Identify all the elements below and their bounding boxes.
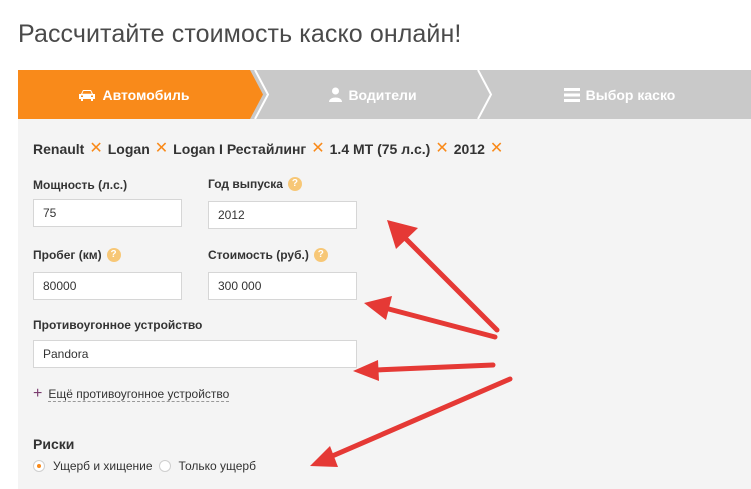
- mileage-help-icon[interactable]: ?: [106, 248, 121, 262]
- antitheft-label-text: Противоугонное устройство: [33, 318, 203, 332]
- year-help-icon[interactable]: ?: [287, 177, 302, 191]
- plus-icon: +: [33, 385, 43, 402]
- risks-title: Риски: [33, 436, 75, 452]
- step-choose-kasko[interactable]: Выбор каско: [488, 70, 751, 119]
- mileage-label: Пробег (км) ?: [33, 248, 121, 262]
- summary-engine: 1.4 MT (75 л.с.): [329, 141, 431, 157]
- year-label-text: Год выпуска: [208, 177, 283, 191]
- radio-damage-theft[interactable]: [33, 460, 45, 472]
- remove-year-icon[interactable]: ✕: [490, 141, 503, 157]
- step-drivers[interactable]: Водители: [258, 70, 488, 119]
- person-icon: [329, 87, 343, 102]
- radio-damage-only[interactable]: [158, 460, 171, 472]
- summary-generation: Logan I Рестайлинг: [173, 141, 307, 157]
- power-input[interactable]: 75: [33, 199, 182, 227]
- step-automobile[interactable]: Автомобиль: [18, 70, 250, 119]
- step-label: Водители: [348, 86, 417, 103]
- stepper: Автомобиль Водители Выбор каско: [18, 70, 751, 119]
- remove-make-icon[interactable]: ✕: [89, 141, 102, 157]
- car-icon: [78, 88, 96, 102]
- page-title: Рассчитайте стоимость каско онлайн!: [18, 20, 462, 48]
- risks-options: Ущерб и хищение Только ущерб: [33, 459, 256, 473]
- summary-model: Logan: [107, 141, 150, 157]
- cost-label: Стоимость (руб.) ?: [208, 248, 328, 262]
- remove-engine-icon[interactable]: ✕: [435, 141, 448, 157]
- step-label: Выбор каско: [585, 86, 676, 103]
- radio-damage-only-label[interactable]: Только ущерб: [179, 459, 256, 473]
- summary-year: 2012: [453, 141, 485, 157]
- summary-make: Renault: [33, 141, 85, 157]
- cost-label-text: Стоимость (руб.): [208, 248, 309, 262]
- antitheft-label: Противоугонное устройство: [33, 318, 202, 332]
- antitheft-input[interactable]: Pandora: [33, 340, 357, 368]
- cost-help-icon[interactable]: ?: [313, 248, 328, 262]
- add-antitheft-label: Ещё противоугонное устройство: [48, 386, 230, 402]
- car-summary: Renault ✕ Logan ✕ Logan I Рестайлинг ✕ 1…: [33, 141, 508, 158]
- form-panel: Renault ✕ Logan ✕ Logan I Рестайлинг ✕ 1…: [18, 119, 751, 489]
- step-label: Автомобиль: [102, 86, 190, 103]
- mileage-label-text: Пробег (км): [33, 248, 102, 262]
- mileage-input[interactable]: 80000: [33, 272, 182, 300]
- year-input[interactable]: 2012: [208, 201, 357, 229]
- remove-generation-icon[interactable]: ✕: [311, 141, 324, 157]
- list-icon: [563, 87, 580, 102]
- year-label: Год выпуска ?: [208, 177, 302, 191]
- add-antitheft-link[interactable]: + Ещё противоугонное устройство: [33, 385, 230, 402]
- cost-input[interactable]: 300 000: [208, 272, 357, 300]
- power-label-text: Мощность (л.с.): [33, 178, 128, 192]
- radio-damage-theft-label[interactable]: Ущерб и хищение: [53, 459, 153, 473]
- remove-model-icon[interactable]: ✕: [155, 141, 168, 157]
- power-label: Мощность (л.с.): [33, 178, 127, 192]
